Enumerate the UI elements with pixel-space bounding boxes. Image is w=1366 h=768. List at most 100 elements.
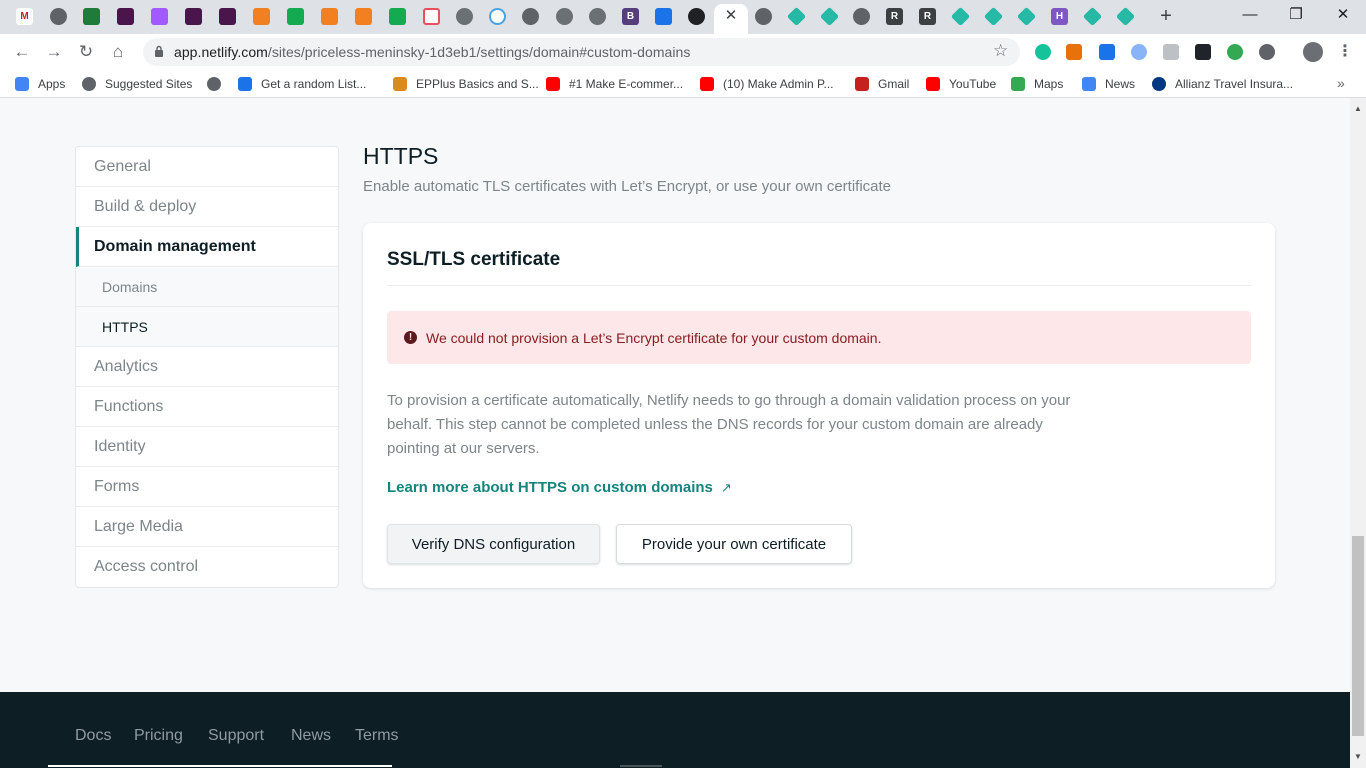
- profile-avatar[interactable]: [1303, 42, 1323, 62]
- bookmark-make-admin[interactable]: (10) Make Admin P...: [700, 77, 834, 91]
- extension-icon[interactable]: [1131, 44, 1147, 60]
- extension-icon[interactable]: [1066, 44, 1082, 60]
- browser-menu-icon[interactable]: ⋮: [1337, 42, 1353, 62]
- sidebar-item-functions[interactable]: Functions: [76, 387, 338, 427]
- sidebar-item-analytics[interactable]: Analytics: [76, 347, 338, 387]
- bookmark-youtube[interactable]: YouTube: [926, 77, 996, 91]
- extension-icon[interactable]: [1099, 44, 1115, 60]
- tab-icon-green-power[interactable]: [287, 8, 304, 25]
- bookmark-random-list[interactable]: Get a random List...: [238, 77, 366, 91]
- react-devtools-icon[interactable]: [1195, 44, 1211, 60]
- slack-tab-icon[interactable]: [185, 8, 202, 25]
- footer-link-pricing[interactable]: Pricing: [134, 727, 183, 745]
- footer-divider: [48, 765, 392, 767]
- bookmark-apps[interactable]: Apps: [15, 77, 65, 91]
- bookmark-make-ecommerce[interactable]: #1 Make E-commer...: [546, 77, 683, 91]
- url-text[interactable]: app.netlify.com/sites/priceless-meninsky…: [174, 44, 690, 60]
- bookmarks-overflow-icon[interactable]: »: [1337, 75, 1345, 91]
- youtube-icon: [546, 77, 560, 91]
- footer-link-news[interactable]: News: [291, 727, 331, 745]
- bookmark-maps[interactable]: Maps: [1011, 77, 1063, 91]
- package-tab-icon[interactable]: [321, 8, 338, 25]
- learn-more-link-text: Learn more about HTTPS on custom domains: [387, 479, 713, 496]
- scroll-down-arrow-icon[interactable]: ▼: [1354, 752, 1362, 761]
- error-icon: !: [404, 331, 417, 344]
- new-tab-button[interactable]: +: [1155, 5, 1177, 27]
- home-icon[interactable]: ⌂: [107, 41, 129, 63]
- gmail-icon: [855, 77, 869, 91]
- youtube-icon: [926, 77, 940, 91]
- extension-icon[interactable]: [1163, 44, 1179, 60]
- sidebar-item-domains[interactable]: Domains: [76, 267, 338, 307]
- recycle-extension-icon[interactable]: [1227, 44, 1243, 60]
- tab-icon-green-power[interactable]: [389, 8, 406, 25]
- verify-dns-button[interactable]: Verify DNS configuration: [387, 524, 600, 564]
- page-footer: [0, 692, 1350, 768]
- scrollbar-thumb[interactable]: [1352, 536, 1364, 736]
- globe-tab-icon[interactable]: [50, 8, 67, 25]
- github-tab-icon[interactable]: [688, 8, 705, 25]
- learn-more-link[interactable]: Learn more about HTTPS on custom domains…: [387, 479, 732, 496]
- package-tab-icon[interactable]: [355, 8, 372, 25]
- maps-icon: [1011, 77, 1025, 91]
- gmail-tab-icon[interactable]: M: [16, 8, 33, 25]
- slack-tab-icon[interactable]: [117, 8, 134, 25]
- tab-icon-r[interactable]: R: [919, 8, 936, 25]
- globe-tab-icon[interactable]: [522, 8, 539, 25]
- footer-link-docs[interactable]: Docs: [75, 727, 111, 745]
- bootstrap-tab-icon[interactable]: B: [622, 8, 639, 25]
- footer-link-terms[interactable]: Terms: [355, 727, 399, 745]
- ssl-certificate-card: SSL/TLS certificate ! We could not provi…: [363, 223, 1275, 588]
- certificate-description: To provision a certificate automatically…: [387, 392, 1071, 457]
- bookmark-gmail[interactable]: Gmail: [855, 77, 909, 91]
- grammarly-extension-icon[interactable]: [1035, 44, 1051, 60]
- settings-sidebar: General Build & deploy Domain management…: [75, 146, 339, 588]
- sidebar-item-https[interactable]: HTTPS: [76, 307, 338, 347]
- shield-tab-icon[interactable]: [556, 8, 573, 25]
- scroll-up-arrow-icon[interactable]: ▲: [1354, 104, 1362, 113]
- sidebar-item-access-control[interactable]: Access control: [76, 547, 338, 587]
- reload-icon[interactable]: ↻: [75, 41, 97, 63]
- bookmark-tab-icon[interactable]: [655, 8, 672, 25]
- sidebar-item-identity[interactable]: Identity: [76, 427, 338, 467]
- bookmark-allianz[interactable]: Allianz Travel Insura...: [1152, 77, 1293, 91]
- slack-tab-icon[interactable]: [219, 8, 236, 25]
- sidebar-item-domain-management[interactable]: Domain management: [76, 227, 338, 267]
- laravel-tab-icon[interactable]: [423, 8, 440, 25]
- extension-icon[interactable]: [1259, 44, 1275, 60]
- divider: [387, 285, 1251, 286]
- sidebar-item-large-media[interactable]: Large Media: [76, 507, 338, 547]
- globe-tab-icon[interactable]: [853, 8, 870, 25]
- sidebar-item-general[interactable]: General: [76, 147, 338, 187]
- bookmark-favicon-icon: [238, 77, 252, 91]
- tab-icon-green[interactable]: [83, 8, 100, 25]
- edit-tab-icon[interactable]: [489, 8, 506, 25]
- globe-icon: [207, 77, 221, 91]
- package-tab-icon[interactable]: [253, 8, 270, 25]
- globe-icon: [82, 77, 96, 91]
- shield-tab-icon[interactable]: [456, 8, 473, 25]
- heroku-tab-icon[interactable]: H: [1051, 8, 1068, 25]
- news-icon: [1082, 77, 1096, 91]
- bookmark-suggested-sites[interactable]: Suggested Sites: [82, 77, 192, 91]
- footer-link-support[interactable]: Support: [208, 727, 264, 745]
- figma-tab-icon[interactable]: [151, 8, 168, 25]
- restore-icon[interactable]: ❐: [1284, 4, 1308, 26]
- bookmark-star-icon[interactable]: ☆: [993, 41, 1008, 61]
- back-arrow-icon[interactable]: ←: [11, 41, 33, 63]
- minimize-icon[interactable]: —: [1238, 4, 1262, 26]
- tab-icon-r[interactable]: R: [886, 8, 903, 25]
- bookmark-globe[interactable]: [207, 77, 230, 91]
- window-close-icon[interactable]: ✕: [1331, 4, 1355, 26]
- sidebar-item-forms[interactable]: Forms: [76, 467, 338, 507]
- bookmark-news[interactable]: News: [1082, 77, 1135, 91]
- error-alert: ! We could not provision a Let’s Encrypt…: [387, 311, 1251, 364]
- provide-certificate-button[interactable]: Provide your own certificate: [616, 524, 852, 564]
- apps-grid-icon: [15, 77, 29, 91]
- forward-arrow-icon[interactable]: →: [43, 41, 65, 63]
- globe-tab-icon[interactable]: [755, 8, 772, 25]
- sidebar-item-build-deploy[interactable]: Build & deploy: [76, 187, 338, 227]
- bookmark-epplus[interactable]: EPPlus Basics and S...: [393, 77, 539, 91]
- close-icon[interactable]: ✕: [723, 7, 739, 25]
- shield-tab-icon[interactable]: [589, 8, 606, 25]
